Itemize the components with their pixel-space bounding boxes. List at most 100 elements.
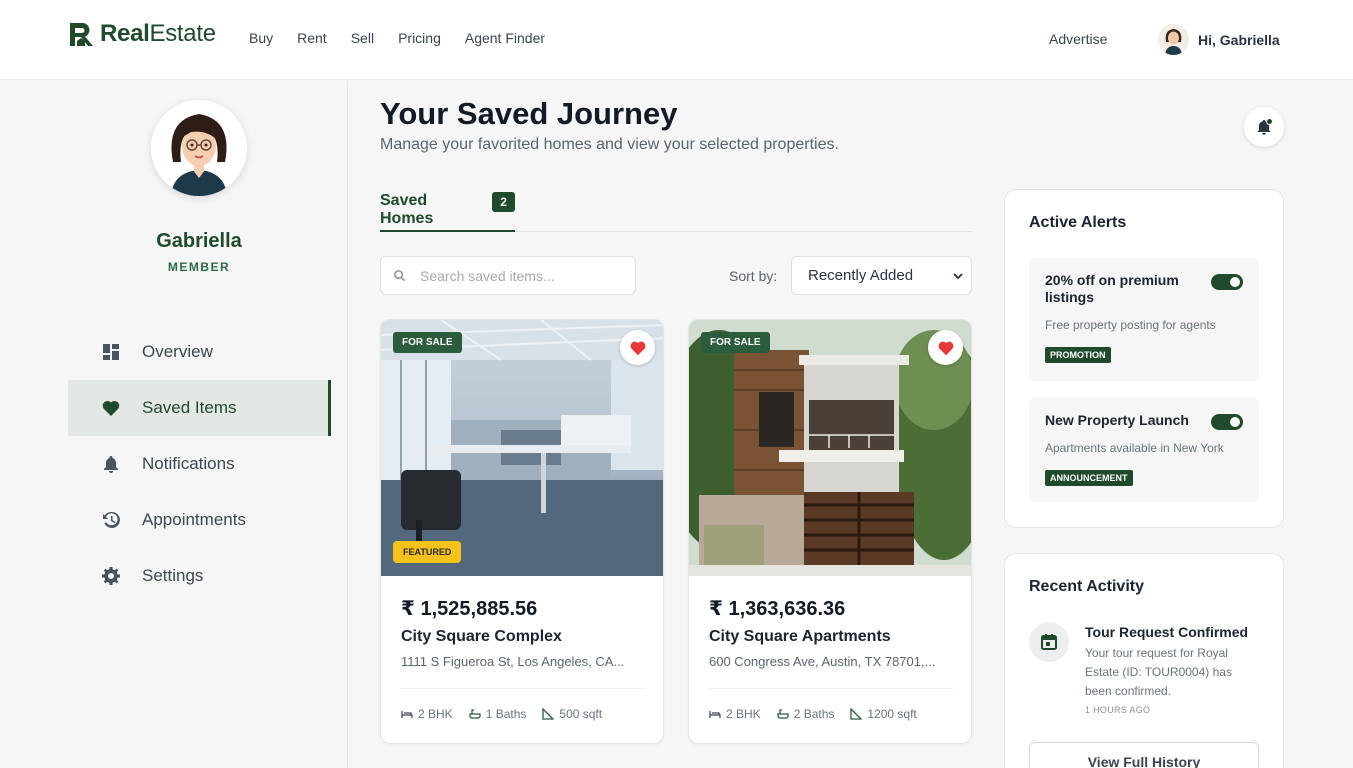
tab-label: Saved Homes (380, 192, 434, 227)
alert-title: New Property Launch (1045, 412, 1189, 428)
feature-area: 500 sqft (542, 707, 602, 721)
user-menu[interactable]: Hi, Gabriella (1158, 24, 1280, 55)
heart-icon (630, 341, 645, 355)
bell-alert-icon (1257, 118, 1273, 135)
feature-area: 1200 sqft (850, 707, 917, 721)
property-name[interactable]: City Square Apartments (709, 628, 891, 646)
history-icon (103, 511, 120, 528)
activity-description: Your tour request for Royal Estate (ID: … (1085, 646, 1232, 698)
feature-baths: 1 Baths (469, 707, 526, 721)
nav-agent-finder[interactable]: Agent Finder (465, 30, 545, 46)
property-address: 600 Congress Ave, Austin, TX 78701,... (709, 654, 936, 669)
main-nav: Buy Rent Sell Pricing Agent Finder (249, 30, 569, 46)
heart-icon (938, 341, 953, 355)
sidebar-item-settings[interactable]: Settings (68, 548, 331, 604)
view-full-history-button[interactable]: View Full History (1029, 742, 1259, 768)
advertise-link[interactable]: Advertise (1049, 31, 1107, 47)
page-subtitle: Manage your favorited homes and view you… (380, 136, 839, 153)
alert-title: 20% off on premium listings (1045, 272, 1179, 305)
notifications-button[interactable] (1244, 107, 1284, 147)
count-badge: 2 (492, 192, 515, 212)
sidebar-item-saved-items[interactable]: Saved Items (68, 380, 331, 436)
feature-value: 2 Baths (793, 707, 835, 721)
property-image[interactable]: FOR SALE (689, 320, 971, 576)
feature-value: 2 BHK (418, 707, 453, 721)
property-features: 2 BHK 2 Baths 1200 sqft (709, 707, 933, 721)
alert-description: Apartments available in New York (1045, 441, 1224, 455)
logo-text-real: Real (100, 20, 150, 47)
panel-title: Active Alerts (1029, 214, 1127, 231)
top-header: RealEstate Buy Rent Sell Pricing Agent F… (0, 0, 1353, 80)
sidebar-item-label: Overview (142, 342, 213, 361)
logo-house-icon (70, 23, 93, 46)
sidebar-item-notifications[interactable]: Notifications (68, 436, 331, 492)
sidebar-item-label: Appointments (142, 510, 246, 529)
sidebar-item-label: Notifications (142, 454, 235, 473)
property-name[interactable]: City Square Complex (401, 628, 562, 646)
activity-time: 1 HOURS AGO (1085, 705, 1151, 715)
alert-description: Free property posting for agents (1045, 318, 1216, 332)
bed-icon (401, 711, 413, 718)
nav-rent[interactable]: Rent (297, 30, 327, 46)
sidebar-item-label: Settings (142, 566, 204, 585)
alert-tag: ANNOUNCEMENT (1045, 470, 1133, 486)
property-card[interactable]: FOR SALE ₹ 1,363,636.36 City Square Apar… (688, 319, 972, 744)
page-title: Your Saved Journey (380, 96, 678, 131)
user-avatar (1158, 24, 1189, 55)
divider (401, 688, 645, 689)
search-box (380, 256, 636, 295)
logo[interactable]: RealEstate (68, 20, 216, 48)
search-icon (394, 270, 406, 282)
sort-value: Recently Added (808, 267, 914, 284)
alert-item: New Property Launch Apartments available… (1029, 398, 1259, 502)
heart-icon (102, 400, 120, 416)
bed-icon (709, 711, 721, 718)
alert-toggle[interactable] (1211, 414, 1243, 430)
property-image[interactable]: FOR SALE FEATURED (381, 320, 663, 576)
featured-badge: FEATURED (393, 541, 462, 563)
bath-icon (777, 709, 789, 719)
alert-toggle[interactable] (1211, 274, 1243, 290)
feature-value: 1200 sqft (867, 707, 917, 721)
chevron-down-icon (953, 273, 963, 280)
profile-avatar[interactable] (151, 100, 247, 196)
dashboard-icon (103, 344, 119, 360)
alert-tag: PROMOTION (1045, 347, 1111, 363)
user-greeting: Hi, Gabriella (1198, 31, 1280, 48)
profile-role: MEMBER (167, 260, 231, 274)
property-price: ₹ 1,525,885.56 (401, 598, 538, 620)
divider (709, 688, 953, 689)
gear-icon (102, 567, 120, 585)
search-input[interactable] (420, 267, 620, 284)
feature-value: 500 sqft (559, 707, 603, 721)
activity-icon-wrap (1029, 622, 1069, 662)
profile-name: Gabriella (156, 230, 242, 252)
feature-value: 2 BHK (726, 707, 761, 721)
feature-bhk: 2 BHK (709, 707, 761, 721)
property-price: ₹ 1,363,636.36 (709, 598, 846, 620)
nav-pricing[interactable]: Pricing (398, 30, 441, 46)
calendar-icon (1041, 634, 1057, 650)
feature-bhk: 2 BHK (401, 707, 453, 721)
nav-sell[interactable]: Sell (351, 30, 374, 46)
bell-icon (104, 456, 118, 473)
feature-baths: 2 Baths (777, 707, 835, 721)
favorite-button[interactable] (620, 330, 655, 365)
saved-tabs: Saved Homes 2 (380, 186, 972, 232)
sort-select[interactable]: Recently Added (791, 256, 972, 295)
sidebar: Gabriella MEMBER Overview Saved Items No… (0, 81, 348, 768)
logo-text-estate: Estate (149, 20, 217, 47)
tab-saved-homes[interactable]: Saved Homes 2 (380, 186, 515, 232)
nav-buy[interactable]: Buy (249, 30, 273, 46)
sidebar-item-overview[interactable]: Overview (68, 324, 331, 380)
favorite-button[interactable] (928, 330, 963, 365)
activity-title: Tour Request Confirmed (1085, 624, 1249, 640)
property-card[interactable]: FOR SALE FEATURED ₹ 1,525,885.56 City Sq… (380, 319, 664, 744)
area-icon (850, 708, 863, 720)
sidebar-item-appointments[interactable]: Appointments (68, 492, 331, 548)
recent-activity-panel: Recent Activity Tour Request Confirmed Y… (1004, 553, 1284, 768)
bath-icon (469, 709, 481, 719)
sidebar-item-label: Saved Items (142, 398, 237, 417)
area-icon (542, 708, 555, 720)
active-alerts-panel: Active Alerts 20% off on premium listing… (1004, 189, 1284, 528)
